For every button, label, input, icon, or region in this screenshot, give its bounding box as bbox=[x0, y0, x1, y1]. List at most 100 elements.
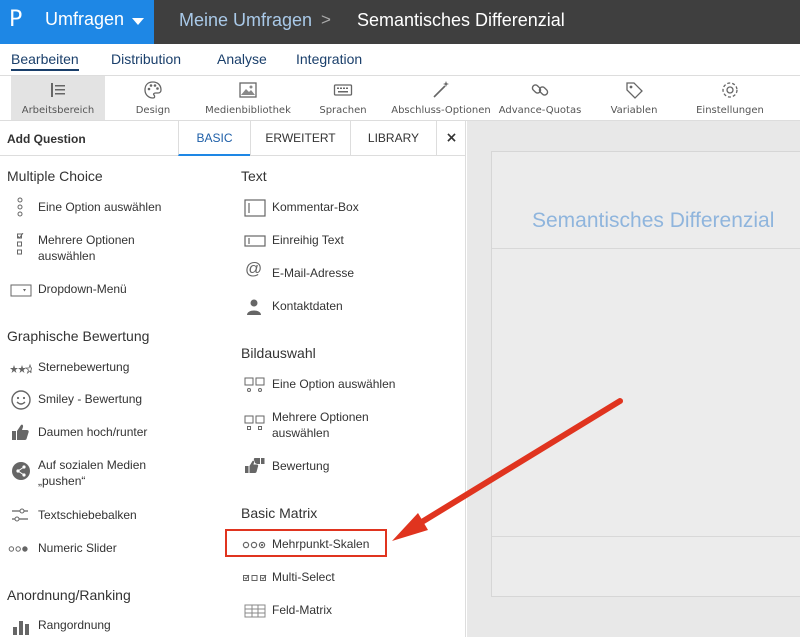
section-image-choice: Bildauswahl bbox=[241, 345, 316, 361]
breadcrumb-parent-link[interactable]: Meine Umfragen bbox=[179, 10, 312, 31]
toolbar-advance-quotas-button[interactable]: Advance-Quotas bbox=[498, 76, 582, 120]
smiley-icon bbox=[11, 390, 31, 410]
item-label: E-Mail-Adresse bbox=[272, 266, 355, 280]
tab-bearbeiten[interactable]: Bearbeiten bbox=[11, 51, 79, 71]
question-type-dropdown[interactable]: Dropdown-Menü bbox=[8, 279, 218, 301]
multi-select-icon bbox=[243, 574, 267, 581]
toolbar-completion-options-button[interactable]: Abschluss-Optionen bbox=[390, 76, 492, 120]
question-type-multi-select-matrix[interactable]: Multi-Select bbox=[242, 567, 452, 589]
toolbar-label: Variablen bbox=[610, 105, 658, 116]
tab-erweitert[interactable]: ERWEITERT bbox=[250, 121, 350, 156]
gear-icon bbox=[722, 82, 738, 98]
thumbs-rating-icon bbox=[245, 458, 265, 473]
question-type-single-choice[interactable]: Eine Option auswählen bbox=[8, 197, 218, 219]
toolbar-design-button[interactable]: Design bbox=[118, 76, 188, 120]
item-label: Multi-Select bbox=[272, 570, 335, 584]
question-type-ranking[interactable]: Rangordnung bbox=[8, 615, 218, 637]
at-icon: @ bbox=[245, 259, 263, 278]
keyboard-icon bbox=[333, 84, 353, 96]
app-logo[interactable]: P bbox=[0, 0, 34, 44]
section-multiple-choice: Multiple Choice bbox=[7, 168, 103, 184]
section-basic-matrix: Basic Matrix bbox=[241, 505, 318, 521]
section-graphic-rating: Graphische Bewertung bbox=[7, 328, 150, 344]
survey-page-card[interactable]: Semantisches Differenzial bbox=[491, 151, 800, 597]
item-label: Mehrere Optionen auswählen bbox=[38, 233, 135, 263]
question-type-text-slider[interactable]: Textschiebebalken bbox=[8, 505, 218, 527]
dropdown-icon bbox=[10, 284, 32, 297]
main-nav-tabs: Bearbeiten Distribution Analyse Integrat… bbox=[0, 44, 800, 76]
stars-icon bbox=[10, 363, 32, 375]
toolbar-label: Design bbox=[135, 105, 171, 116]
toolbar-media-library-button[interactable]: Medienbibliothek bbox=[203, 76, 293, 120]
workspace-icon bbox=[51, 83, 65, 97]
toolbar-label: Advance-Quotas bbox=[498, 105, 582, 116]
tab-integration[interactable]: Integration bbox=[296, 51, 362, 67]
question-type-image-single-choice[interactable]: Eine Option auswählen bbox=[242, 374, 452, 396]
toolbar-variables-button[interactable]: Variablen bbox=[603, 76, 665, 120]
item-label: Rangordnung bbox=[38, 618, 111, 632]
question-type-single-line-text[interactable]: Einreihig Text bbox=[242, 230, 452, 252]
question-type-thumbs[interactable]: Daumen hoch/runter bbox=[8, 422, 218, 444]
chevron-down-icon bbox=[132, 18, 144, 25]
item-label: Textschiebebalken bbox=[38, 508, 137, 522]
top-bar: P Umfragen Meine Umfragen > Semantisches… bbox=[0, 0, 800, 44]
question-type-comment-box[interactable]: Kommentar-Box bbox=[242, 197, 452, 219]
single-line-text-icon bbox=[244, 235, 266, 247]
divider bbox=[492, 248, 800, 249]
editor-toolbar: Arbeitsbereich Design Medienbibliothek S… bbox=[0, 76, 800, 121]
ranking-icon bbox=[13, 621, 29, 635]
item-label: Dropdown-Menü bbox=[38, 282, 127, 296]
tag-icon bbox=[626, 82, 643, 99]
add-question-panel: Add Question BASIC ERWEITERT LIBRARY × M… bbox=[0, 121, 466, 637]
image-multi-choice-icon bbox=[244, 415, 265, 430]
toolbar-label: Einstellungen bbox=[696, 105, 764, 116]
question-type-social-push[interactable]: Auf sozialen Medien „pushen“ bbox=[8, 456, 218, 490]
checkbox-list-icon bbox=[17, 233, 24, 255]
app-window: P Umfragen Meine Umfragen > Semantisches… bbox=[0, 0, 800, 637]
item-label: Auf sozialen Medien „pushen“ bbox=[38, 458, 147, 488]
tab-basic[interactable]: BASIC bbox=[178, 121, 250, 156]
contact-icon bbox=[247, 299, 261, 315]
question-type-multiple-choice[interactable]: Mehrere Optionen auswählen bbox=[8, 231, 218, 265]
tab-analyse[interactable]: Analyse bbox=[217, 51, 267, 67]
question-type-image-multiple-choice[interactable]: Mehrere Optionen auswählen bbox=[242, 408, 452, 442]
question-type-numeric-slider[interactable]: Numeric Slider bbox=[8, 538, 218, 560]
link-icon bbox=[531, 84, 549, 96]
survey-title[interactable]: Semantisches Differenzial bbox=[532, 209, 774, 233]
section-ranking: Anordnung/Ranking bbox=[7, 587, 131, 603]
item-label: Daumen hoch/runter bbox=[38, 425, 148, 439]
radio-list-icon bbox=[17, 197, 23, 217]
product-switcher-button[interactable]: Umfragen bbox=[34, 0, 154, 44]
question-type-smiley-rating[interactable]: Smiley - Bewertung bbox=[8, 389, 218, 411]
breadcrumb-current: Semantisches Differenzial bbox=[357, 10, 565, 30]
tab-library[interactable]: LIBRARY bbox=[350, 121, 436, 156]
item-label: Kommentar-Box bbox=[272, 200, 359, 214]
question-type-email[interactable]: @ E-Mail-Adresse bbox=[242, 259, 452, 285]
item-label: Mehrere Optionen auswählen bbox=[272, 410, 369, 440]
item-label: Kontaktdaten bbox=[272, 299, 343, 313]
tab-distribution[interactable]: Distribution bbox=[111, 51, 181, 67]
toolbar-workspace-button[interactable]: Arbeitsbereich bbox=[11, 76, 105, 120]
item-label: Eine Option auswählen bbox=[272, 377, 396, 391]
toolbar-languages-button[interactable]: Sprachen bbox=[310, 76, 376, 120]
question-type-contact-details[interactable]: Kontaktdaten bbox=[242, 296, 452, 318]
section-text: Text bbox=[241, 168, 267, 184]
item-label: Einreihig Text bbox=[272, 233, 344, 247]
item-label: Eine Option auswählen bbox=[38, 200, 162, 214]
palette-icon bbox=[144, 81, 162, 99]
highlight-box bbox=[225, 529, 387, 557]
close-panel-button[interactable]: × bbox=[436, 121, 466, 156]
image-icon bbox=[239, 82, 257, 98]
product-label: Umfragen bbox=[45, 9, 125, 29]
logo-glyph: P bbox=[9, 7, 23, 32]
item-label: Numeric Slider bbox=[38, 541, 117, 555]
image-choice-icon bbox=[244, 377, 265, 392]
question-type-field-matrix[interactable]: Feld-Matrix bbox=[242, 600, 452, 622]
question-type-image-rating[interactable]: Bewertung bbox=[242, 456, 452, 478]
thumbs-up-icon bbox=[12, 424, 29, 440]
toolbar-label: Arbeitsbereich bbox=[21, 105, 95, 116]
question-type-star-rating[interactable]: Sternebewertung bbox=[8, 357, 218, 379]
item-label: Feld-Matrix bbox=[272, 603, 333, 617]
panel-title: Add Question bbox=[7, 132, 86, 146]
toolbar-settings-button[interactable]: Einstellungen bbox=[693, 76, 767, 120]
